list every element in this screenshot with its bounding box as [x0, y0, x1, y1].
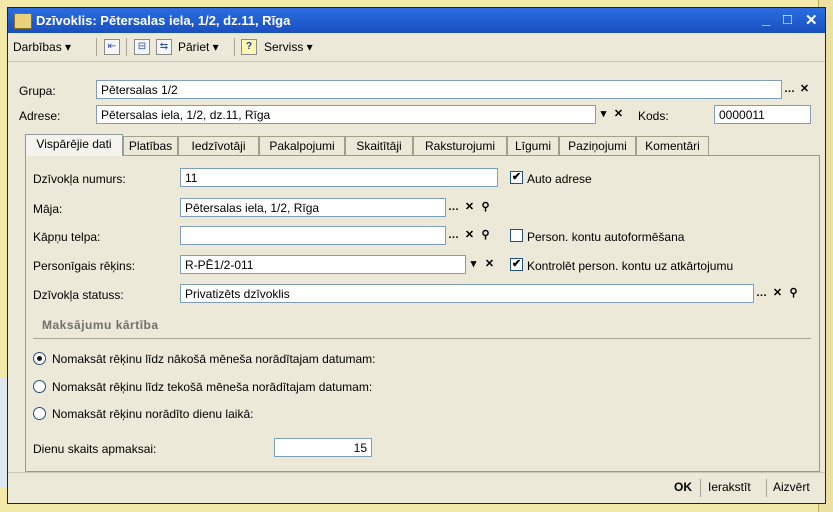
personal-account-label: Personīgais rēķins: [33, 259, 136, 273]
tab-meters[interactable]: Skaitītāji [345, 136, 413, 155]
group-label: Grupa: [19, 84, 56, 98]
tab-contracts[interactable]: Līgumi [507, 136, 559, 155]
house-label: Māja: [33, 202, 63, 216]
payment-option-next-month-label: Nomaksāt rēķinu līdz nākošā mēneša norād… [52, 352, 376, 366]
stairwell-label: Kāpņu telpa: [33, 230, 101, 244]
minimize-button[interactable]: _ [762, 11, 770, 28]
person-accounts-autogen-label: Person. kontu autoformēšana [527, 230, 685, 244]
apartment-number-field[interactable]: 11 [180, 168, 498, 187]
house-field[interactable]: Pētersalas iela, 1/2, Rīga [180, 198, 446, 217]
structure-icon[interactable]: ⊟ [134, 39, 150, 55]
payment-option-next-month-radio[interactable] [33, 352, 46, 365]
payment-section-title: Maksājumu kārtība [42, 318, 159, 332]
close-button[interactable]: ✕ [805, 11, 818, 29]
dropdown-icon[interactable]: ▾ [596, 106, 611, 123]
tab-characteristics[interactable]: Raksturojumi [413, 136, 507, 155]
search-icon[interactable]: ⚲ [478, 227, 493, 244]
search-icon[interactable]: ⚲ [478, 199, 493, 216]
address-label: Adrese: [19, 109, 61, 123]
title-bar: Dzīvoklis: Pētersalas iela, 1/2, dz.11, … [8, 8, 825, 33]
payment-option-current-month-radio[interactable] [33, 380, 46, 393]
select-button[interactable]: … [782, 81, 797, 98]
button-separator [766, 479, 767, 497]
tab-residents[interactable]: Iedzīvotāji [178, 136, 259, 155]
tab-comments[interactable]: Komentāri [636, 136, 709, 155]
toolbar-separator [234, 38, 235, 56]
service-menu[interactable]: Serviss ▾ [264, 40, 313, 54]
select-button[interactable]: … [446, 199, 461, 216]
goto-menu[interactable]: Pāriet ▾ [178, 40, 219, 54]
select-button[interactable]: … [754, 285, 769, 302]
payment-days-field[interactable]: 15 [274, 438, 372, 457]
save-button[interactable]: Ierakstīt [708, 480, 751, 494]
clear-icon[interactable]: ✕ [462, 199, 477, 216]
toolbar-separator [126, 38, 127, 56]
close-form-button[interactable]: Aizvērt [773, 480, 810, 494]
bottom-button-bar: OK Ierakstīt Aizvērt [8, 472, 825, 503]
status-field[interactable]: Privatizēts dzīvoklis [180, 284, 754, 303]
personal-account-field[interactable]: R-PĒ1/2-011 [180, 255, 466, 274]
form-icon [14, 13, 32, 29]
search-icon[interactable]: ⚲ [786, 285, 801, 302]
back-arrow-icon[interactable]: ⇤ [104, 39, 120, 55]
code-field[interactable]: 0000011 [714, 105, 811, 124]
clear-icon[interactable]: ✕ [797, 81, 812, 98]
ok-button[interactable]: OK [674, 480, 692, 494]
payment-option-days-radio[interactable] [33, 407, 46, 420]
payment-option-days-label: Nomaksāt rēķinu norādīto dienu laikā: [52, 407, 254, 421]
stairwell-field[interactable] [180, 226, 446, 245]
code-label: Kods: [638, 109, 669, 123]
maximize-button[interactable]: □ [783, 11, 792, 28]
tab-notifications[interactable]: Paziņojumi [559, 136, 636, 155]
payment-option-current-month-label: Nomaksāt rēķinu līdz tekošā mēneša norād… [52, 380, 373, 394]
tab-services[interactable]: Pakalpojumi [259, 136, 345, 155]
section-divider [33, 338, 811, 339]
apartment-number-label: Dzīvokļa numurs: [33, 172, 126, 186]
clear-icon[interactable]: ✕ [482, 256, 497, 273]
help-icon[interactable]: ? [241, 39, 257, 55]
toolbar: Darbības ▾ ⇤ ⊟ ⇆ Pāriet ▾ ? Serviss ▾ [8, 33, 825, 62]
address-field[interactable]: Pētersalas iela, 1/2, dz.11, Rīga [96, 105, 596, 124]
auto-address-label: Auto adrese [527, 172, 592, 186]
dropdown-icon[interactable]: ▾ [466, 256, 481, 273]
apartment-dialog: Dzīvoklis: Pētersalas iela, 1/2, dz.11, … [7, 7, 826, 504]
window-title: Dzīvoklis: Pētersalas iela, 1/2, dz.11, … [36, 13, 291, 28]
status-label: Dzīvokļa statuss: [33, 288, 124, 302]
control-accounts-checkbox[interactable]: ✔ [510, 258, 523, 271]
control-accounts-label: Kontrolēt person. kontu uz atkārtojumu [527, 259, 734, 273]
person-accounts-autogen-checkbox[interactable] [510, 229, 523, 242]
toolbar-separator [96, 38, 97, 56]
auto-address-checkbox[interactable]: ✔ [510, 171, 523, 184]
tab-general[interactable]: Vispārējie dati [25, 134, 123, 156]
tab-areas[interactable]: Platības [123, 136, 178, 155]
clear-icon[interactable]: ✕ [611, 106, 626, 123]
payment-days-label: Dienu skaits apmaksai: [33, 442, 157, 456]
actions-menu[interactable]: Darbības ▾ [13, 40, 71, 54]
switch-icon[interactable]: ⇆ [156, 39, 172, 55]
group-field[interactable]: Pētersalas 1/2 [96, 80, 782, 99]
clear-icon[interactable]: ✕ [770, 285, 785, 302]
clear-icon[interactable]: ✕ [462, 227, 477, 244]
select-button[interactable]: … [446, 227, 461, 244]
button-separator [700, 479, 701, 497]
